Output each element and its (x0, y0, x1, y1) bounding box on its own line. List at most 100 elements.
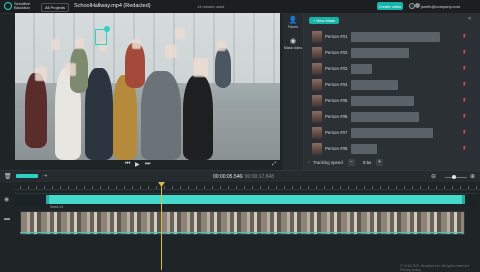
fullscreen-icon[interactable]: ⤢ (272, 161, 276, 167)
mask-start-handle[interactable] (46, 195, 49, 204)
face-blur[interactable] (51, 39, 60, 50)
person-figure (125, 43, 145, 88)
person-figure (183, 75, 213, 160)
rewind-icon[interactable]: ⏮ (125, 161, 130, 168)
delete-icon[interactable]: ▮ (463, 129, 466, 135)
mask-end-handle[interactable] (462, 195, 465, 204)
ruler-tick (284, 186, 285, 189)
create-video-button[interactable]: Create video (377, 2, 403, 10)
face-blur[interactable] (132, 39, 141, 49)
video-preview[interactable] (15, 13, 280, 160)
person-figure (215, 48, 231, 88)
delete-icon[interactable]: ▮ (463, 97, 466, 103)
forward-icon[interactable]: ⏭ (145, 161, 150, 168)
track-coverage-bar (351, 144, 377, 154)
mask-track-icon: ◉ (4, 197, 10, 203)
ruler-tick (172, 186, 173, 189)
all-projects-button[interactable]: All Projects (41, 3, 70, 12)
face-blur[interactable] (35, 67, 47, 81)
face-thumbnail (312, 95, 322, 107)
ruler-tick (412, 186, 413, 189)
face-blur[interactable] (217, 41, 226, 51)
new-mask-button[interactable]: + New Mask (309, 17, 339, 24)
list-item[interactable]: Person #08 ▮ (310, 142, 474, 156)
delete-icon[interactable]: ▮ (463, 145, 466, 151)
split-icon[interactable]: ⇥ (43, 173, 47, 179)
list-item[interactable]: Person #04 ▮ (310, 78, 474, 92)
ruler-tick (404, 186, 405, 189)
ruler-tick (236, 186, 237, 189)
app-logo[interactable]: Sensitive Blackbox (4, 2, 38, 10)
decrease-speed-button[interactable]: − (348, 159, 355, 166)
clip-selector[interactable] (16, 174, 38, 178)
list-item[interactable]: Person #01 ▮ (310, 30, 474, 44)
project-title: SchoolHallway.mp4 (Redacted) (74, 3, 151, 9)
avatar[interactable] (415, 3, 420, 8)
ruler-tick (444, 186, 445, 189)
top-bar (0, 0, 480, 14)
face-blur[interactable] (175, 28, 185, 39)
delete-icon[interactable]: ▮ (463, 33, 466, 39)
zoom-slider-handle[interactable] (452, 175, 456, 179)
face-blur[interactable] (65, 63, 76, 76)
ruler-tick (124, 186, 125, 189)
ruler-tick (364, 186, 365, 189)
delete-icon[interactable]: ▮ (463, 49, 466, 55)
delete-icon[interactable]: 🗑 (4, 173, 12, 180)
ruler-tick (372, 186, 373, 189)
zoom-out-icon[interactable]: ⊖ (431, 173, 436, 180)
track-coverage-bar (351, 48, 409, 58)
person-figure (141, 71, 181, 160)
user-email[interactable]: jsmith@company.com (421, 4, 460, 9)
list-item[interactable]: Person #02 ▮ (310, 46, 474, 60)
increase-speed-button[interactable]: + (376, 159, 383, 166)
ruler-tick (20, 186, 21, 189)
face-blur[interactable] (75, 38, 84, 49)
list-item[interactable]: Person #03 ▮ (310, 62, 474, 76)
face-thumbnail (312, 63, 322, 75)
ruler-tick (420, 186, 421, 189)
ruler-tick (220, 186, 221, 189)
ruler-tick (436, 186, 437, 189)
playhead[interactable] (161, 182, 162, 270)
ruler-tick (132, 186, 133, 189)
mask-band[interactable] (48, 195, 463, 204)
list-item[interactable]: Person #06 ▮ (310, 110, 474, 124)
ruler-tick (164, 186, 165, 189)
face-blur[interactable] (193, 58, 208, 77)
ruler-tick (452, 186, 453, 189)
ruler-tick (196, 186, 197, 189)
face-blur[interactable] (165, 45, 177, 58)
collapse-icon[interactable]: « (468, 16, 471, 22)
tab-mask-video[interactable]: ◉ Mask video (283, 38, 303, 50)
delete-icon[interactable]: ▮ (463, 81, 466, 87)
delete-icon[interactable]: ▮ (463, 65, 466, 71)
list-item[interactable]: Person #05 ▮ (310, 94, 474, 108)
tab-faces[interactable]: 👤 Faces (283, 17, 303, 29)
ruler-tick (332, 186, 333, 189)
ruler-tick (268, 186, 269, 189)
play-icon[interactable]: ▶ (135, 161, 140, 168)
total-time: / 00:00:17.848 (242, 174, 274, 180)
ruler-tick (68, 186, 69, 189)
tab-mask-video-label: Mask video (283, 46, 303, 50)
ruler-tick (60, 186, 61, 189)
ruler-tick (228, 186, 229, 189)
zoom-slider[interactable] (445, 177, 467, 178)
ruler-tick (116, 186, 117, 189)
delete-icon[interactable]: ▮ (463, 113, 466, 119)
filmstrip-edge (20, 232, 463, 233)
person-label: Person #01 (325, 34, 348, 39)
mask-name: Mask #1 (50, 205, 64, 209)
eye-icon: ◉ (289, 38, 297, 45)
person-label: Person #04 (325, 82, 348, 87)
user-icon: 👤 (288, 17, 298, 24)
ruler-tick (324, 186, 325, 189)
ruler-tick (292, 186, 293, 189)
ruler-tick (44, 186, 45, 189)
zoom-in-icon[interactable]: ⊕ (470, 173, 475, 180)
list-item[interactable]: Person #07 ▮ (310, 126, 474, 140)
ruler-tick (188, 186, 189, 189)
ruler-tick (396, 186, 397, 189)
ruler-tick (252, 186, 253, 189)
